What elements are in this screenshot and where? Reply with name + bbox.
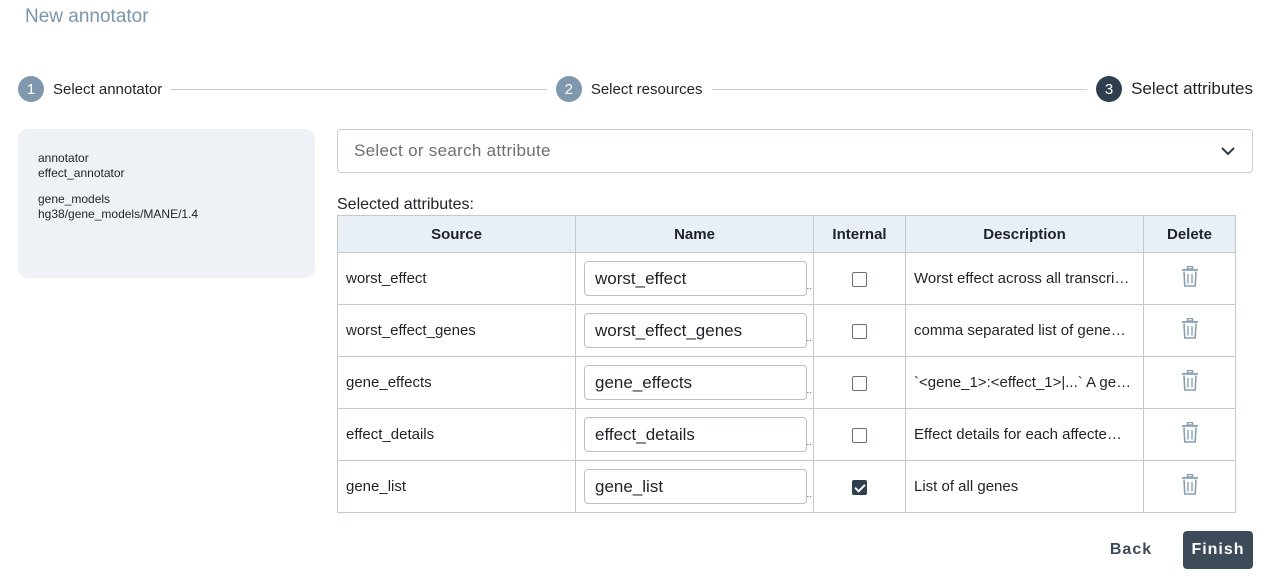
internal-cell (813, 304, 906, 357)
name-cell: .. (575, 460, 814, 513)
name-input[interactable] (584, 417, 807, 452)
description-cell: `<gene_1>:<effect_1>|...` A gen… (905, 356, 1144, 409)
step-number: 2 (555, 76, 582, 102)
name-cell: .. (575, 356, 814, 409)
delete-cell (1143, 304, 1236, 357)
column-header-description: Description (905, 215, 1144, 253)
column-header-source: Source (337, 215, 576, 253)
source-cell: gene_list (337, 460, 576, 513)
internal-checkbox[interactable] (852, 323, 867, 339)
column-header-delete: Delete (1143, 215, 1236, 253)
chevron-down-icon[interactable] (1220, 143, 1236, 159)
step-label: Select attributes (1131, 79, 1253, 98)
trash-icon[interactable] (1181, 265, 1199, 291)
internal-cell (813, 460, 906, 513)
internal-cell (813, 252, 906, 305)
step-number: 3 (1096, 76, 1123, 102)
selected-attributes-table: Source Name Internal Description Delete … (337, 215, 1236, 513)
internal-checkbox[interactable] (852, 479, 867, 495)
trash-icon[interactable] (1181, 421, 1199, 447)
source-cell: gene_effects (337, 356, 576, 409)
name-input[interactable] (584, 313, 807, 348)
trash-icon[interactable] (1181, 473, 1199, 499)
name-input[interactable] (584, 365, 807, 400)
summary-gene-models-value: hg38/gene_models/MANE/1.4 (38, 207, 199, 221)
step-number: 1 (18, 76, 44, 102)
name-cell: .. (575, 408, 814, 461)
back-button[interactable]: Back (1100, 531, 1162, 569)
summary-annotator-key: annotator (38, 151, 89, 165)
internal-checkbox[interactable] (852, 271, 867, 287)
internal-cell (813, 408, 906, 461)
selected-attributes-label: Selected attributes: (337, 196, 474, 213)
internal-cell (813, 356, 906, 409)
summary-annotator-value: effect_annotator (38, 166, 125, 180)
table-row: effect_details .. Effect details for eac… (337, 408, 1236, 461)
page-title: New annotator (25, 6, 149, 27)
table-row: gene_effects .. `<gene_1>:<effect_1>|...… (337, 356, 1236, 409)
trash-icon[interactable] (1181, 317, 1199, 343)
resize-handle[interactable]: .. (806, 437, 812, 448)
resize-handle[interactable]: .. (806, 489, 812, 500)
step-connector (711, 88, 1088, 90)
internal-checkbox[interactable] (852, 427, 867, 443)
table-row: worst_effect .. Worst effect across all … (337, 252, 1236, 305)
summary-gene-models-key: gene_models (38, 192, 111, 206)
delete-cell (1143, 408, 1236, 461)
step-label: Select annotator (53, 80, 163, 98)
stepper: 1 Select annotator 2 Select resources 3 … (18, 76, 1253, 102)
step-connector (171, 88, 547, 90)
attribute-search-input[interactable] (354, 141, 1220, 161)
description-cell: List of all genes (905, 460, 1144, 513)
step-label: Select resources (590, 80, 703, 98)
description-cell: comma separated list of gene… (905, 304, 1144, 357)
name-cell: .. (575, 304, 814, 357)
source-cell: worst_effect (337, 252, 576, 305)
step-select-resources[interactable]: 2 Select resources (555, 76, 703, 102)
delete-cell (1143, 460, 1236, 513)
resize-handle[interactable]: .. (806, 333, 812, 344)
trash-icon[interactable] (1181, 369, 1199, 395)
annotator-summary: annotator effect_annotator gene_models h… (18, 129, 315, 278)
source-cell: worst_effect_genes (337, 304, 576, 357)
source-cell: effect_details (337, 408, 576, 461)
column-header-internal: Internal (813, 215, 906, 253)
resize-handle[interactable]: .. (806, 281, 812, 292)
finish-button[interactable]: Finish (1183, 531, 1253, 569)
delete-cell (1143, 252, 1236, 305)
attribute-search-select[interactable] (337, 129, 1253, 173)
resize-handle[interactable]: .. (806, 385, 812, 396)
column-header-name: Name (575, 215, 814, 253)
delete-cell (1143, 356, 1236, 409)
table-header-row: Source Name Internal Description Delete (337, 215, 1236, 253)
name-cell: .. (575, 252, 814, 305)
table-row: gene_list .. List of all genes (337, 460, 1236, 513)
step-select-attributes[interactable]: 3 Select attributes (1096, 76, 1253, 102)
step-select-annotator[interactable]: 1 Select annotator (18, 76, 162, 102)
name-input[interactable] (584, 469, 807, 504)
description-cell: Worst effect across all transcri… (905, 252, 1144, 305)
internal-checkbox[interactable] (852, 375, 867, 391)
description-cell: Effect details for each affecte… (905, 408, 1144, 461)
table-row: worst_effect_genes .. comma separated li… (337, 304, 1236, 357)
name-input[interactable] (584, 261, 807, 296)
